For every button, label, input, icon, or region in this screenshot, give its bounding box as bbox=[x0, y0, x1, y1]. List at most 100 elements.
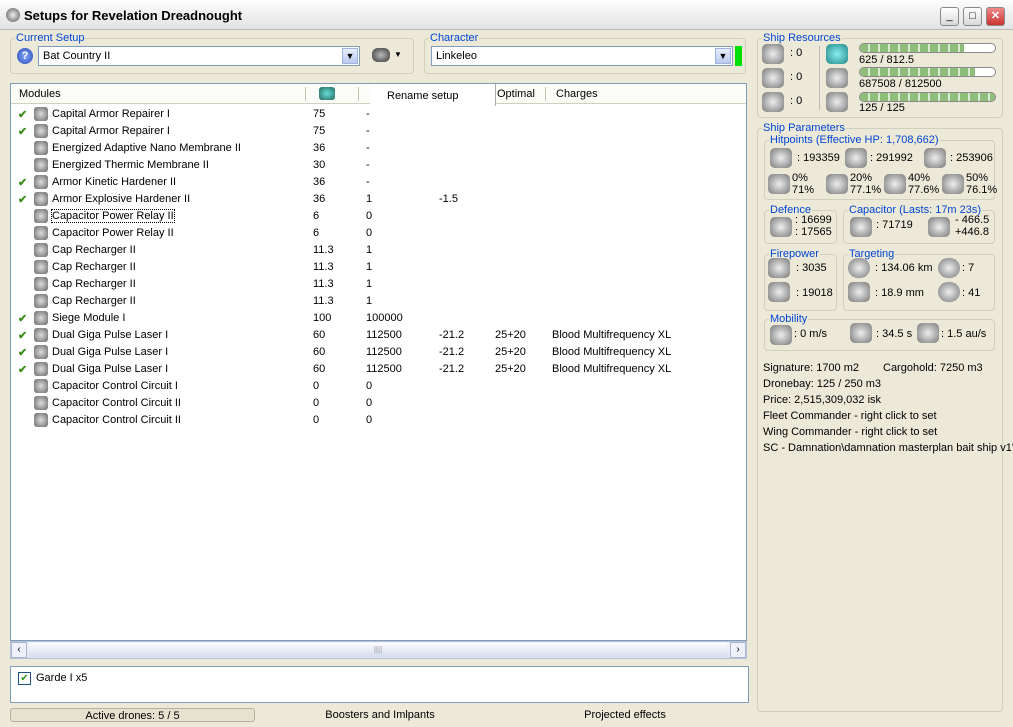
table-row[interactable]: Cap Recharger II 11.3 1 bbox=[11, 259, 746, 276]
module-cpu: 60 bbox=[313, 329, 326, 341]
wing-commander-link[interactable]: Wing Commander - right click to set bbox=[763, 426, 937, 438]
module-optimal: 25+20 bbox=[495, 346, 526, 358]
table-row[interactable]: Cap Recharger II 11.3 1 bbox=[11, 242, 746, 259]
cpu-value: 625 / 812.5 bbox=[859, 54, 915, 66]
squad-commander-link[interactable]: SC - Damnation\damnation masterplan bait… bbox=[763, 442, 1013, 454]
active-check-icon[interactable]: ✔ bbox=[18, 346, 27, 359]
module-cpu: 36 bbox=[313, 193, 326, 205]
rename-setup-menu-item[interactable]: Rename setup bbox=[387, 90, 459, 102]
shield-icon bbox=[770, 148, 792, 168]
module-icon bbox=[34, 226, 48, 240]
table-row[interactable]: ✔ Dual Giga Pulse Laser I 60 112500 -21.2 25+… bbox=[11, 361, 746, 378]
defence-value-1: : 16699 bbox=[795, 214, 832, 226]
table-row[interactable]: Capacitor Power Relay II 6 0 bbox=[11, 208, 746, 225]
mobility-legend: Mobility bbox=[770, 313, 808, 325]
tab-active-drones[interactable]: Active drones: 5 / 5 bbox=[10, 708, 255, 722]
active-check-icon[interactable]: ✔ bbox=[18, 312, 27, 325]
active-check-icon[interactable]: ✔ bbox=[18, 329, 27, 342]
module-name: Dual Giga Pulse Laser I bbox=[52, 329, 169, 341]
align-time-icon bbox=[850, 323, 872, 343]
horizontal-scrollbar[interactable]: ‹ |||| › bbox=[10, 641, 747, 659]
module-name: Cap Recharger II bbox=[52, 244, 136, 256]
drones-list[interactable]: ✔ Garde I x5 bbox=[10, 666, 749, 703]
active-check-icon[interactable]: ✔ bbox=[18, 363, 27, 376]
table-row[interactable]: ✔ Siege Module I 100 100000 bbox=[11, 310, 746, 327]
column-separator bbox=[305, 87, 306, 101]
velocity-value: : 0 m/s bbox=[794, 328, 828, 340]
module-power: 0 bbox=[366, 380, 373, 392]
module-cap: -21.2 bbox=[439, 346, 465, 358]
active-check-icon[interactable]: ✔ bbox=[18, 193, 27, 206]
chevron-down-icon[interactable]: ▼ bbox=[715, 48, 731, 64]
powergrid-value: 687508 / 812500 bbox=[859, 78, 942, 90]
table-row[interactable]: Capacitor Control Circuit II 0 0 bbox=[11, 412, 746, 429]
active-check-icon[interactable]: ✔ bbox=[18, 108, 27, 121]
module-icon bbox=[34, 158, 48, 172]
dropdown-arrow-icon[interactable]: ▼ bbox=[394, 50, 402, 59]
header-modules[interactable]: Modules bbox=[19, 88, 61, 100]
table-row[interactable]: Cap Recharger II 11.3 1 bbox=[11, 276, 746, 293]
header-charges[interactable]: Charges bbox=[556, 88, 598, 100]
velocity-icon bbox=[770, 325, 792, 345]
table-row[interactable]: ✔ Capital Armor Repairer I 75 - bbox=[11, 123, 746, 140]
active-check-icon[interactable]: ✔ bbox=[18, 176, 27, 189]
minimize-button[interactable]: _ bbox=[940, 7, 959, 26]
header-optimal[interactable]: Optimal bbox=[497, 88, 535, 100]
module-power: - bbox=[366, 108, 370, 120]
thermal-resist-icon bbox=[826, 174, 848, 194]
window-title: Setups for Revelation Dreadnought bbox=[24, 8, 243, 23]
divider bbox=[819, 46, 820, 110]
tab-projected-effects[interactable]: Projected effects bbox=[505, 708, 745, 722]
modules-list[interactable]: Modules Optimal Charges ✔ Capital Armor R… bbox=[10, 83, 747, 641]
help-icon[interactable]: ? bbox=[17, 48, 33, 64]
scroll-thumb[interactable]: |||| bbox=[29, 643, 727, 657]
shield-hp: : 193359 bbox=[797, 152, 840, 164]
table-row[interactable]: Capacitor Control Circuit I 0 0 bbox=[11, 378, 746, 395]
module-name: Capital Armor Repairer I bbox=[52, 125, 170, 137]
maximize-button[interactable]: □ bbox=[963, 7, 982, 26]
scroll-right-icon[interactable]: › bbox=[730, 642, 746, 658]
chevron-down-icon[interactable]: ▼ bbox=[342, 48, 358, 64]
drone-checkbox[interactable]: ✔ bbox=[18, 672, 31, 685]
table-row[interactable]: ✔ Armor Kinetic Hardener II 36 - bbox=[11, 174, 746, 191]
table-row[interactable]: ✔ Capital Armor Repairer I 75 - bbox=[11, 106, 746, 123]
module-cpu: 11.3 bbox=[313, 295, 334, 307]
launcher-hardpoint-icon bbox=[762, 68, 784, 88]
module-icon bbox=[34, 396, 48, 410]
module-name: Energized Adaptive Nano Membrane II bbox=[52, 142, 241, 154]
tab-boosters-implants[interactable]: Boosters and Imlpants bbox=[260, 708, 500, 722]
cargohold-text: Cargohold: 7250 m3 bbox=[883, 362, 983, 374]
align-time-value: : 34.5 s bbox=[876, 328, 913, 340]
module-cpu: 11.3 bbox=[313, 278, 334, 290]
table-row[interactable]: Capacitor Power Relay II 6 0 bbox=[11, 225, 746, 242]
table-row[interactable]: ✔ Armor Explosive Hardener II 36 1 -1.5 bbox=[11, 191, 746, 208]
module-name: Dual Giga Pulse Laser I bbox=[52, 363, 169, 375]
table-row[interactable]: Cap Recharger II 11.3 1 bbox=[11, 293, 746, 310]
table-row[interactable]: Energized Thermic Membrane II 30 - bbox=[11, 157, 746, 174]
module-power: 1 bbox=[366, 261, 373, 273]
ship-menu-icon[interactable] bbox=[372, 48, 390, 62]
module-cpu: 100 bbox=[313, 312, 332, 324]
table-row[interactable]: Capacitor Control Circuit II 0 0 bbox=[11, 395, 746, 412]
table-row[interactable]: ✔ Dual Giga Pulse Laser I 60 112500 -21.2 25+… bbox=[11, 327, 746, 344]
cpu-icon[interactable] bbox=[319, 87, 335, 100]
active-check-icon[interactable]: ✔ bbox=[18, 125, 27, 138]
module-cpu: 60 bbox=[313, 346, 326, 358]
module-cpu: 0 bbox=[313, 380, 320, 392]
module-name: Siege Module I bbox=[52, 312, 126, 324]
table-row[interactable]: Energized Adaptive Nano Membrane II 36 - bbox=[11, 140, 746, 157]
powergrid-icon bbox=[826, 68, 848, 88]
scan-resolution-icon bbox=[848, 282, 870, 302]
character-select[interactable]: Linkeleo ▼ bbox=[431, 46, 733, 66]
armor-icon bbox=[845, 148, 867, 168]
fleet-commander-link[interactable]: Fleet Commander - right click to set bbox=[763, 410, 937, 422]
module-cpu: 6 bbox=[313, 210, 320, 222]
setup-select[interactable]: Bat Country II ▼ bbox=[38, 46, 360, 66]
table-row[interactable]: ✔ Dual Giga Pulse Laser I 60 112500 -21.2 25+… bbox=[11, 344, 746, 361]
close-button[interactable]: ✕ bbox=[986, 7, 1005, 26]
scroll-left-icon[interactable]: ‹ bbox=[11, 642, 27, 658]
module-cpu: 11.3 bbox=[313, 261, 334, 273]
structure-hp: : 253906 bbox=[950, 152, 993, 164]
column-separator bbox=[358, 87, 359, 101]
module-cpu: 11.3 bbox=[313, 244, 334, 256]
